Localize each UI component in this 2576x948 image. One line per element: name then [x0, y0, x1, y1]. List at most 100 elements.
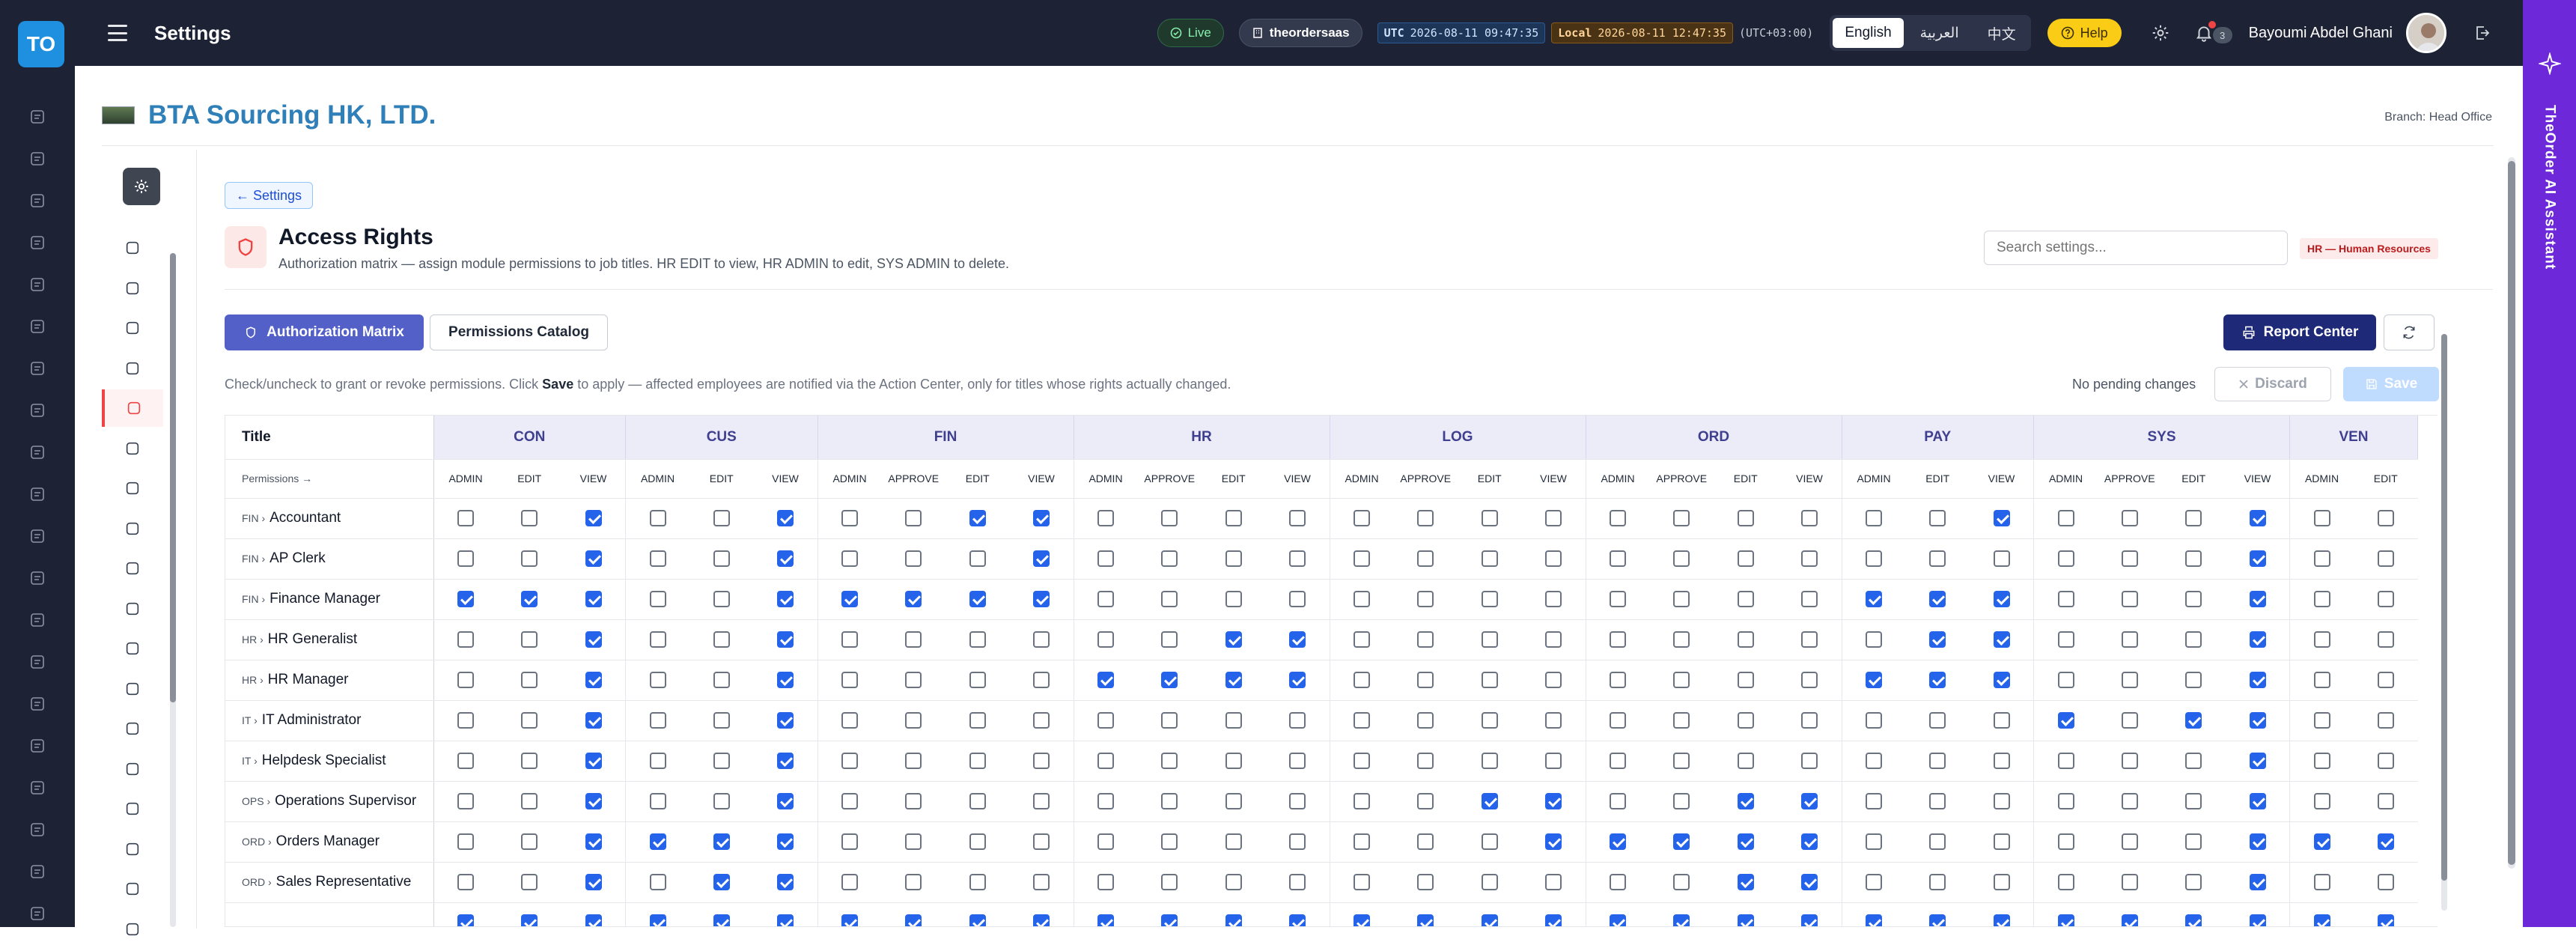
checkbox-unchecked[interactable]: [1161, 712, 1178, 729]
checkbox-checked[interactable]: [1354, 914, 1370, 926]
checkbox-unchecked[interactable]: [2313, 591, 2330, 607]
lang-arabic[interactable]: العربية: [1908, 18, 1971, 48]
checkbox-checked[interactable]: [2377, 914, 2394, 926]
checkbox-checked[interactable]: [521, 914, 538, 926]
checkbox-unchecked[interactable]: [2057, 591, 2074, 607]
checkbox-unchecked[interactable]: [1225, 591, 1242, 607]
checkbox-unchecked[interactable]: [2377, 712, 2394, 729]
checkbox-unchecked[interactable]: [1545, 753, 1562, 769]
checkbox-checked[interactable]: [1866, 914, 1882, 926]
settings-gear-icon[interactable]: [123, 168, 160, 205]
cart-icon[interactable]: [27, 190, 48, 211]
checkbox-checked[interactable]: [457, 914, 474, 926]
nav-shield-icon[interactable]: [102, 229, 163, 267]
checkbox-unchecked[interactable]: [1993, 833, 2010, 850]
checkbox-checked[interactable]: [2057, 914, 2074, 926]
checkbox-checked[interactable]: [2313, 833, 2330, 850]
checkbox-unchecked[interactable]: [1417, 712, 1434, 729]
checkbox-unchecked[interactable]: [1737, 712, 1754, 729]
back-to-settings-button[interactable]: ← Settings: [225, 182, 314, 209]
checkbox-unchecked[interactable]: [1481, 874, 1498, 890]
checkbox-checked[interactable]: [585, 631, 602, 648]
checkbox-unchecked[interactable]: [841, 753, 858, 769]
checkbox-checked[interactable]: [905, 914, 922, 926]
checkbox-checked[interactable]: [1673, 914, 1690, 926]
checkbox-checked[interactable]: [777, 793, 794, 809]
checkbox-unchecked[interactable]: [1033, 793, 1050, 809]
checkbox-checked[interactable]: [1866, 672, 1882, 688]
mail-icon[interactable]: [27, 903, 48, 924]
checkbox-unchecked[interactable]: [1354, 753, 1370, 769]
checkbox-unchecked[interactable]: [2121, 753, 2138, 769]
checkbox-checked[interactable]: [1417, 914, 1434, 926]
checkbox-checked[interactable]: [2249, 793, 2266, 809]
checkbox-unchecked[interactable]: [1866, 550, 1882, 567]
tab-permissions-catalog[interactable]: Permissions Catalog: [430, 315, 608, 350]
checkbox-checked[interactable]: [1289, 631, 1306, 648]
checkbox-unchecked[interactable]: [905, 712, 922, 729]
checkbox-checked[interactable]: [2249, 550, 2266, 567]
checkbox-unchecked[interactable]: [1289, 874, 1306, 890]
checkbox-unchecked[interactable]: [1033, 631, 1050, 648]
box-icon[interactable]: [27, 316, 48, 337]
checkbox-checked[interactable]: [2249, 874, 2266, 890]
checkbox-checked[interactable]: [2249, 753, 2266, 769]
checkbox-checked[interactable]: [1801, 914, 1818, 926]
nav-layers-icon[interactable]: [102, 510, 163, 547]
checkbox-checked[interactable]: [2313, 914, 2330, 926]
nav-access-rights-shield-icon[interactable]: [102, 389, 163, 427]
nav-mail-icon[interactable]: [102, 670, 163, 708]
checkbox-unchecked[interactable]: [841, 510, 858, 526]
checkbox-checked[interactable]: [777, 672, 794, 688]
checkbox-unchecked[interactable]: [521, 753, 538, 769]
checkbox-checked[interactable]: [2249, 833, 2266, 850]
file-icon[interactable]: [27, 693, 48, 714]
bell-icon[interactable]: 3: [2187, 16, 2232, 49]
checkbox-checked[interactable]: [777, 874, 794, 890]
checkbox-unchecked[interactable]: [1866, 631, 1882, 648]
checkbox-unchecked[interactable]: [2121, 631, 2138, 648]
checkbox-unchecked[interactable]: [713, 510, 730, 526]
checkbox-unchecked[interactable]: [2185, 672, 2202, 688]
checkbox-checked[interactable]: [777, 591, 794, 607]
checkbox-unchecked[interactable]: [1225, 753, 1242, 769]
checkbox-checked[interactable]: [777, 914, 794, 926]
clipboard-icon[interactable]: [27, 232, 48, 253]
checkbox-unchecked[interactable]: [2121, 550, 2138, 567]
nav-globe-icon[interactable]: [102, 790, 163, 827]
checkbox-checked[interactable]: [1033, 914, 1050, 926]
checkbox-unchecked[interactable]: [521, 874, 538, 890]
tab-authorization-matrix[interactable]: Authorization Matrix: [225, 315, 424, 350]
checkbox-checked[interactable]: [1993, 510, 2010, 526]
checkbox-unchecked[interactable]: [649, 672, 666, 688]
layers-icon[interactable]: [27, 358, 48, 379]
checkbox-unchecked[interactable]: [1929, 510, 1946, 526]
checkbox-checked[interactable]: [2121, 914, 2138, 926]
checkbox-checked[interactable]: [649, 914, 666, 926]
checkbox-unchecked[interactable]: [1161, 833, 1178, 850]
checkbox-unchecked[interactable]: [1737, 753, 1754, 769]
checkbox-unchecked[interactable]: [1610, 753, 1626, 769]
checkbox-unchecked[interactable]: [2057, 874, 2074, 890]
menu-icon[interactable]: [108, 25, 127, 41]
checkbox-checked[interactable]: [585, 550, 602, 567]
checkbox-unchecked[interactable]: [1801, 712, 1818, 729]
checkbox-unchecked[interactable]: [969, 631, 986, 648]
checkbox-checked[interactable]: [1225, 631, 1242, 648]
lang-english[interactable]: English: [1833, 18, 1904, 48]
checkbox-checked[interactable]: [969, 510, 986, 526]
checkbox-unchecked[interactable]: [521, 672, 538, 688]
checkbox-unchecked[interactable]: [841, 672, 858, 688]
checkbox-unchecked[interactable]: [457, 874, 474, 890]
checkbox-unchecked[interactable]: [1481, 753, 1498, 769]
checkbox-unchecked[interactable]: [1417, 550, 1434, 567]
checkbox-unchecked[interactable]: [2313, 793, 2330, 809]
checkbox-unchecked[interactable]: [1417, 510, 1434, 526]
checkbox-checked[interactable]: [1993, 631, 2010, 648]
checkbox-checked[interactable]: [1929, 591, 1946, 607]
checkbox-unchecked[interactable]: [2057, 550, 2074, 567]
checkbox-checked[interactable]: [1097, 672, 1114, 688]
checkbox-unchecked[interactable]: [713, 672, 730, 688]
checkbox-unchecked[interactable]: [1801, 753, 1818, 769]
checkbox-unchecked[interactable]: [1097, 631, 1114, 648]
